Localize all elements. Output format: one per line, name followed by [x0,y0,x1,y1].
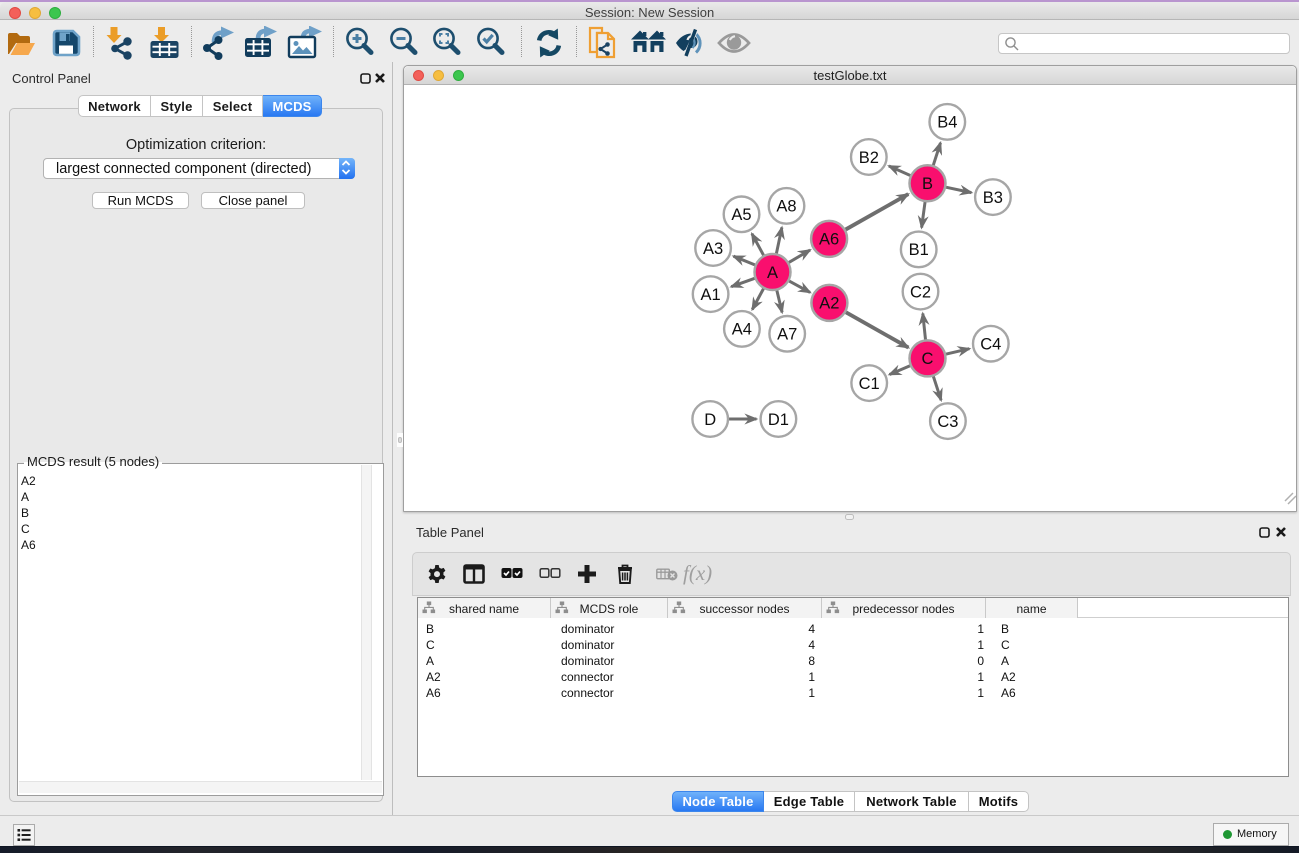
svg-text:C1: C1 [859,375,880,393]
svg-text:B4: B4 [937,114,957,132]
svg-text:B2: B2 [859,149,879,167]
svg-text:A4: A4 [732,321,752,339]
svg-text:C4: C4 [980,336,1001,354]
svg-text:D1: D1 [768,411,789,429]
svg-text:A6: A6 [819,231,839,249]
svg-text:B: B [922,175,933,193]
svg-text:C: C [922,350,934,368]
svg-text:A5: A5 [731,206,751,224]
svg-text:A2: A2 [819,295,839,313]
svg-text:A: A [767,264,778,282]
svg-text:B1: B1 [909,241,929,259]
svg-text:A8: A8 [776,198,796,216]
svg-text:C2: C2 [910,283,931,301]
svg-text:A7: A7 [777,326,797,344]
svg-text:A3: A3 [703,240,723,258]
svg-text:D: D [704,411,716,429]
svg-text:B3: B3 [983,189,1003,207]
svg-text:C3: C3 [937,413,958,431]
svg-text:A1: A1 [701,286,721,304]
